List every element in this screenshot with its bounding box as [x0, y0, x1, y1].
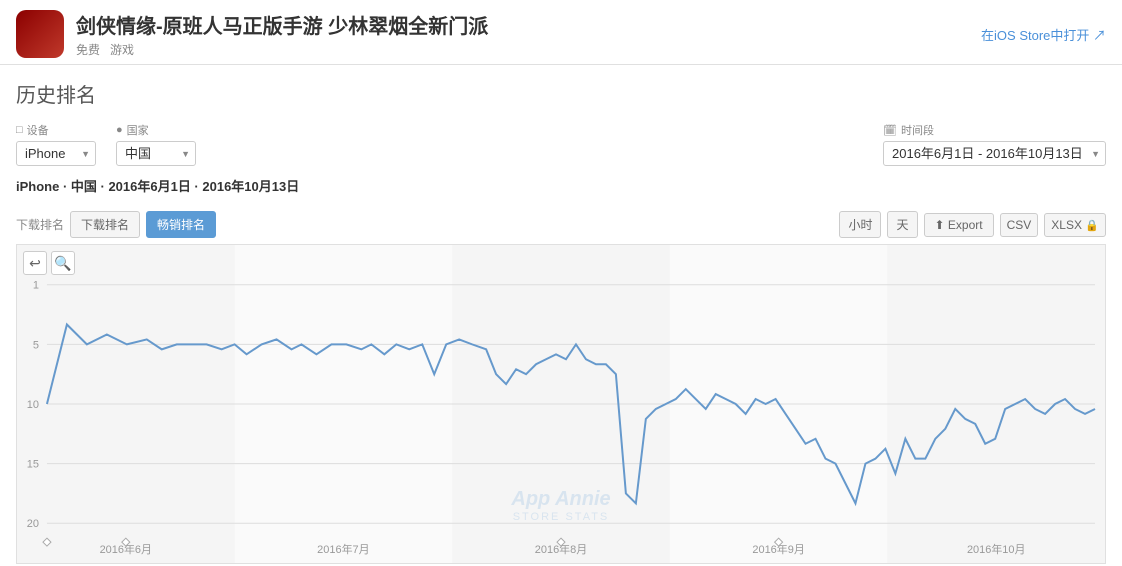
- date-range-group: 🗓 时间段 2016年6月1日 - 2016年10月13日: [883, 122, 1106, 166]
- section-title: 历史排名: [0, 65, 1122, 118]
- chart-toolbar: ↩ 🔍: [23, 251, 75, 275]
- undo-btn[interactable]: ↩: [23, 251, 47, 275]
- country-select-wrapper: 中国 美国 日本: [116, 141, 196, 166]
- lock-icon: 🔒: [1085, 220, 1099, 232]
- app-meta-type: 游戏: [110, 41, 134, 58]
- zoom-btn[interactable]: 🔍: [51, 251, 75, 275]
- date-range-wrapper: 2016年6月1日 - 2016年10月13日: [883, 141, 1106, 166]
- app-icon: [16, 10, 64, 58]
- app-meta-free: 免费: [76, 41, 100, 58]
- controls-row: □ □ 设备 设备 iPhone iPad ● 国家 中国 美国 日: [0, 118, 1122, 170]
- ios-store-link[interactable]: 在iOS Store中打开 ↗: [981, 25, 1106, 44]
- csv-btn[interactable]: CSV: [1000, 213, 1039, 237]
- xlsx-btn[interactable]: XLSX 🔒: [1044, 213, 1106, 237]
- xlsx-label: XLSX: [1051, 218, 1082, 232]
- export-btn[interactable]: ⬆ Export: [924, 213, 994, 237]
- svg-text:5: 5: [33, 339, 39, 351]
- app-title: 剑侠情缘-原班人马正版手游 少林翠烟全新门派: [76, 10, 488, 39]
- chart-controls: 下载排名 下载排名 畅销排名 小时 天 ⬆ Export CSV XLSX 🔒: [0, 205, 1122, 244]
- day-btn[interactable]: 天: [887, 211, 917, 238]
- date-range-select[interactable]: 2016年6月1日 - 2016年10月13日: [883, 141, 1106, 166]
- controls-right: 🗓 时间段 2016年6月1日 - 2016年10月13日: [883, 122, 1106, 166]
- app-meta: 免费 游戏: [76, 41, 488, 58]
- svg-text:20: 20: [27, 518, 39, 530]
- app-info: 剑侠情缘-原班人马正版手游 少林翠烟全新门派 免费 游戏: [16, 10, 488, 58]
- chart-type-group: 下载排名 下载排名 畅销排名: [16, 211, 216, 238]
- breadcrumb: iPhone · 中国 · 2016年6月1日 · 2016年10月13日: [0, 170, 1122, 205]
- device-select[interactable]: iPhone iPad: [16, 141, 96, 166]
- chart-svg: 1 5 10 15 20 2016年6月 2016年7月 2016年8月 201…: [17, 245, 1105, 563]
- chart-type-label: 下载排名: [16, 216, 64, 233]
- svg-text:1: 1: [33, 280, 39, 292]
- app-header: 剑侠情缘-原班人马正版手游 少林翠烟全新门派 免费 游戏 在iOS Store中…: [0, 0, 1122, 65]
- app-details: 剑侠情缘-原班人马正版手游 少林翠烟全新门派 免费 游戏: [76, 10, 488, 58]
- country-control: ● 国家 中国 美国 日本: [116, 122, 196, 166]
- device-icon: □: [16, 124, 23, 136]
- calendar-icon: 🗓: [883, 124, 897, 137]
- svg-text:15: 15: [27, 459, 39, 471]
- zoom-icon: 🔍: [54, 255, 71, 272]
- device-control: □ □ 设备 设备 iPhone iPad: [16, 122, 96, 166]
- chart-actions: 小时 天 ⬆ Export CSV XLSX 🔒: [839, 211, 1106, 238]
- breadcrumb-text: iPhone · 中国 · 2016年6月1日 · 2016年10月13日: [16, 179, 299, 194]
- download-rank-btn[interactable]: 下载排名: [70, 211, 140, 238]
- country-select[interactable]: 中国 美国 日本: [116, 141, 196, 166]
- grossing-rank-btn[interactable]: 畅销排名: [146, 211, 216, 238]
- country-icon: ●: [116, 124, 123, 136]
- country-label: ● 国家: [116, 122, 196, 138]
- svg-text:10: 10: [27, 399, 39, 411]
- svg-text:2016年10月: 2016年10月: [967, 542, 1026, 556]
- hour-btn[interactable]: 小时: [839, 211, 881, 238]
- device-select-wrapper: iPhone iPad: [16, 141, 96, 166]
- controls-left: □ □ 设备 设备 iPhone iPad ● 国家 中国 美国 日: [16, 122, 196, 166]
- svg-text:2016年7月: 2016年7月: [317, 542, 369, 556]
- time-label: 🗓 时间段: [883, 122, 1106, 138]
- device-label: □ □ 设备 设备: [16, 122, 96, 138]
- chart-area: ↩ 🔍 1 5 10 15 20 2016年6月 2016年7月 2016年8月…: [16, 244, 1106, 564]
